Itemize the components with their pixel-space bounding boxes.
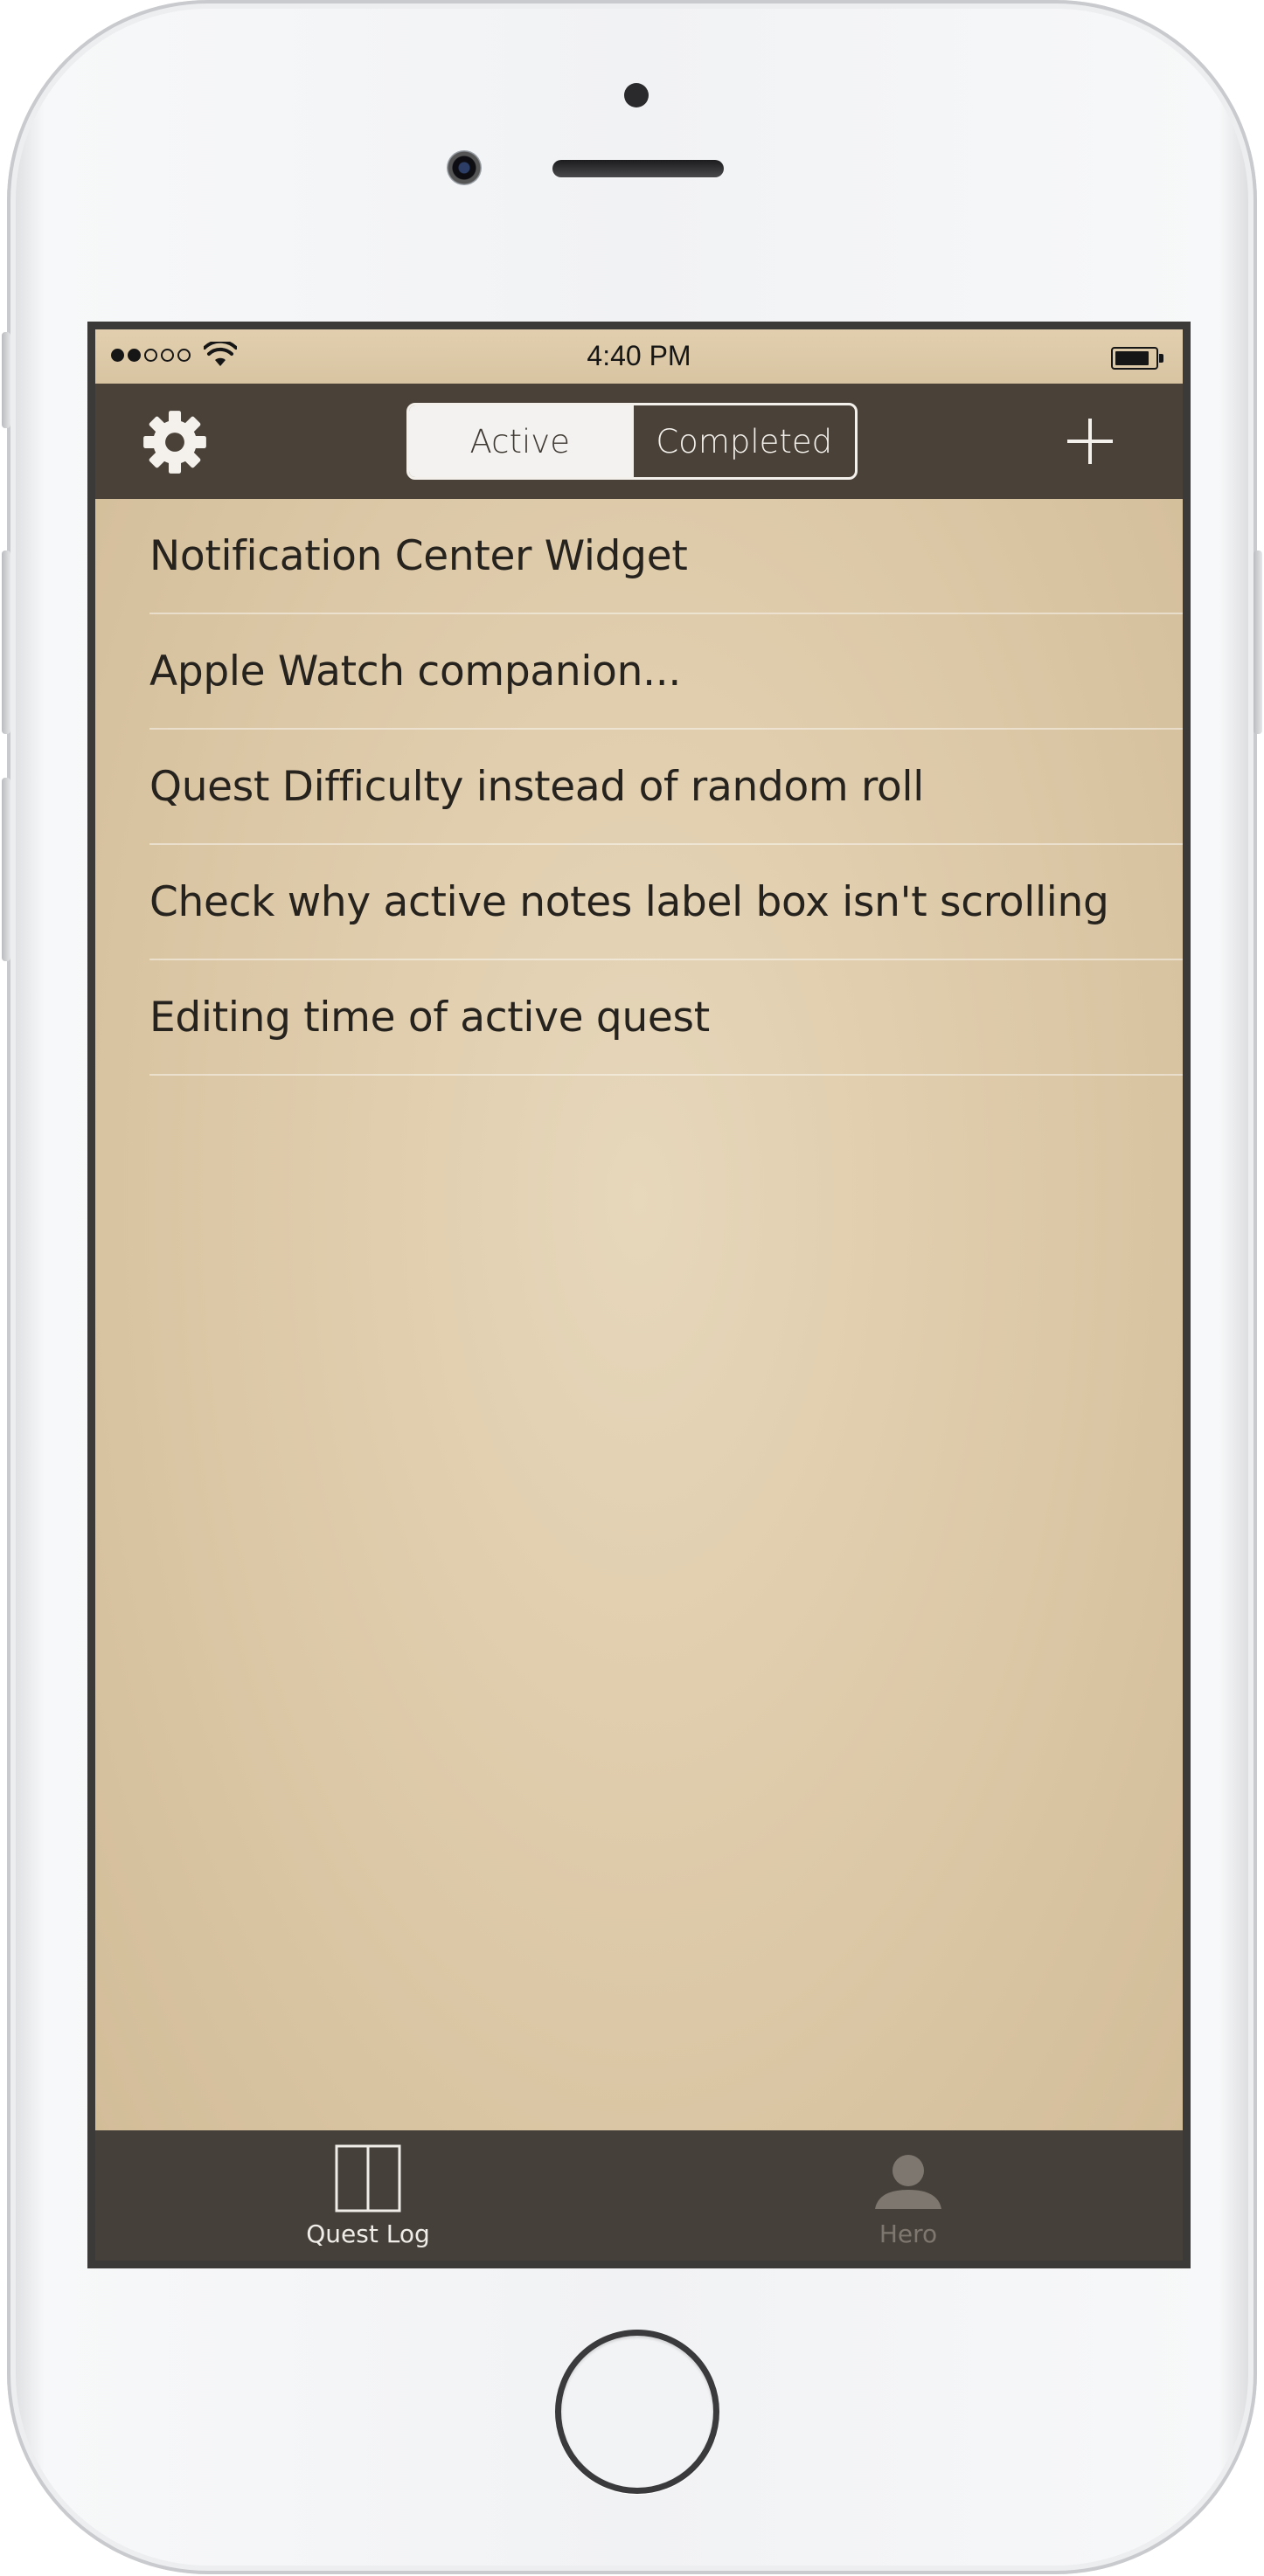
proximity-sensor — [624, 83, 649, 107]
quest-title: Notification Center Widget — [149, 531, 688, 580]
quest-title: Check why active notes label box isn't s… — [149, 877, 1109, 926]
app-screen: 4:40 PM Active Completed Notification Ce… — [95, 329, 1183, 2261]
quest-list: Notification Center Widget Apple Watch c… — [95, 499, 1183, 1076]
screen-bezel: 4:40 PM Active Completed Notification Ce… — [87, 322, 1191, 2268]
tab-hero[interactable]: Hero — [777, 2130, 1039, 2261]
earpiece-speaker — [552, 160, 724, 177]
quest-title: Quest Difficulty instead of random roll — [149, 762, 925, 811]
list-item[interactable]: Check why active notes label box isn't s… — [149, 845, 1183, 960]
quest-title: Apple Watch companion... — [149, 647, 682, 696]
quest-filter-segmented-control: Active Completed — [406, 403, 858, 480]
home-button[interactable] — [555, 2330, 719, 2494]
list-item[interactable]: Quest Difficulty instead of random roll — [149, 730, 1183, 845]
battery-icon — [1111, 347, 1165, 370]
tab-bar: Quest Log Hero — [95, 2130, 1183, 2261]
list-item[interactable]: Apple Watch companion... — [149, 614, 1183, 730]
mute-switch — [2, 332, 10, 428]
status-time: 4:40 PM — [587, 340, 691, 371]
list-item[interactable]: Notification Center Widget — [149, 499, 1183, 614]
quest-title: Editing time of active quest — [149, 993, 710, 1042]
gear-icon[interactable] — [141, 408, 209, 476]
front-camera — [447, 150, 482, 185]
tab-label: Hero — [879, 2219, 938, 2248]
navigation-bar: Active Completed — [95, 384, 1183, 499]
volume-down-button — [2, 778, 10, 961]
tab-quest-log[interactable]: Quest Log — [237, 2130, 499, 2261]
person-icon — [875, 2155, 941, 2209]
segment-active[interactable]: Active — [409, 405, 631, 477]
tab-label: Quest Log — [306, 2219, 430, 2248]
status-bar: 4:40 PM — [95, 329, 1183, 384]
plus-icon[interactable] — [1062, 413, 1118, 469]
list-item[interactable]: Editing time of active quest — [149, 960, 1183, 1076]
book-icon — [335, 2144, 401, 2212]
power-button — [1254, 551, 1262, 734]
segment-completed[interactable]: Completed — [630, 405, 856, 477]
phone-frame: 4:40 PM Active Completed Notification Ce… — [2, 0, 1262, 2574]
volume-up-button — [2, 551, 10, 734]
